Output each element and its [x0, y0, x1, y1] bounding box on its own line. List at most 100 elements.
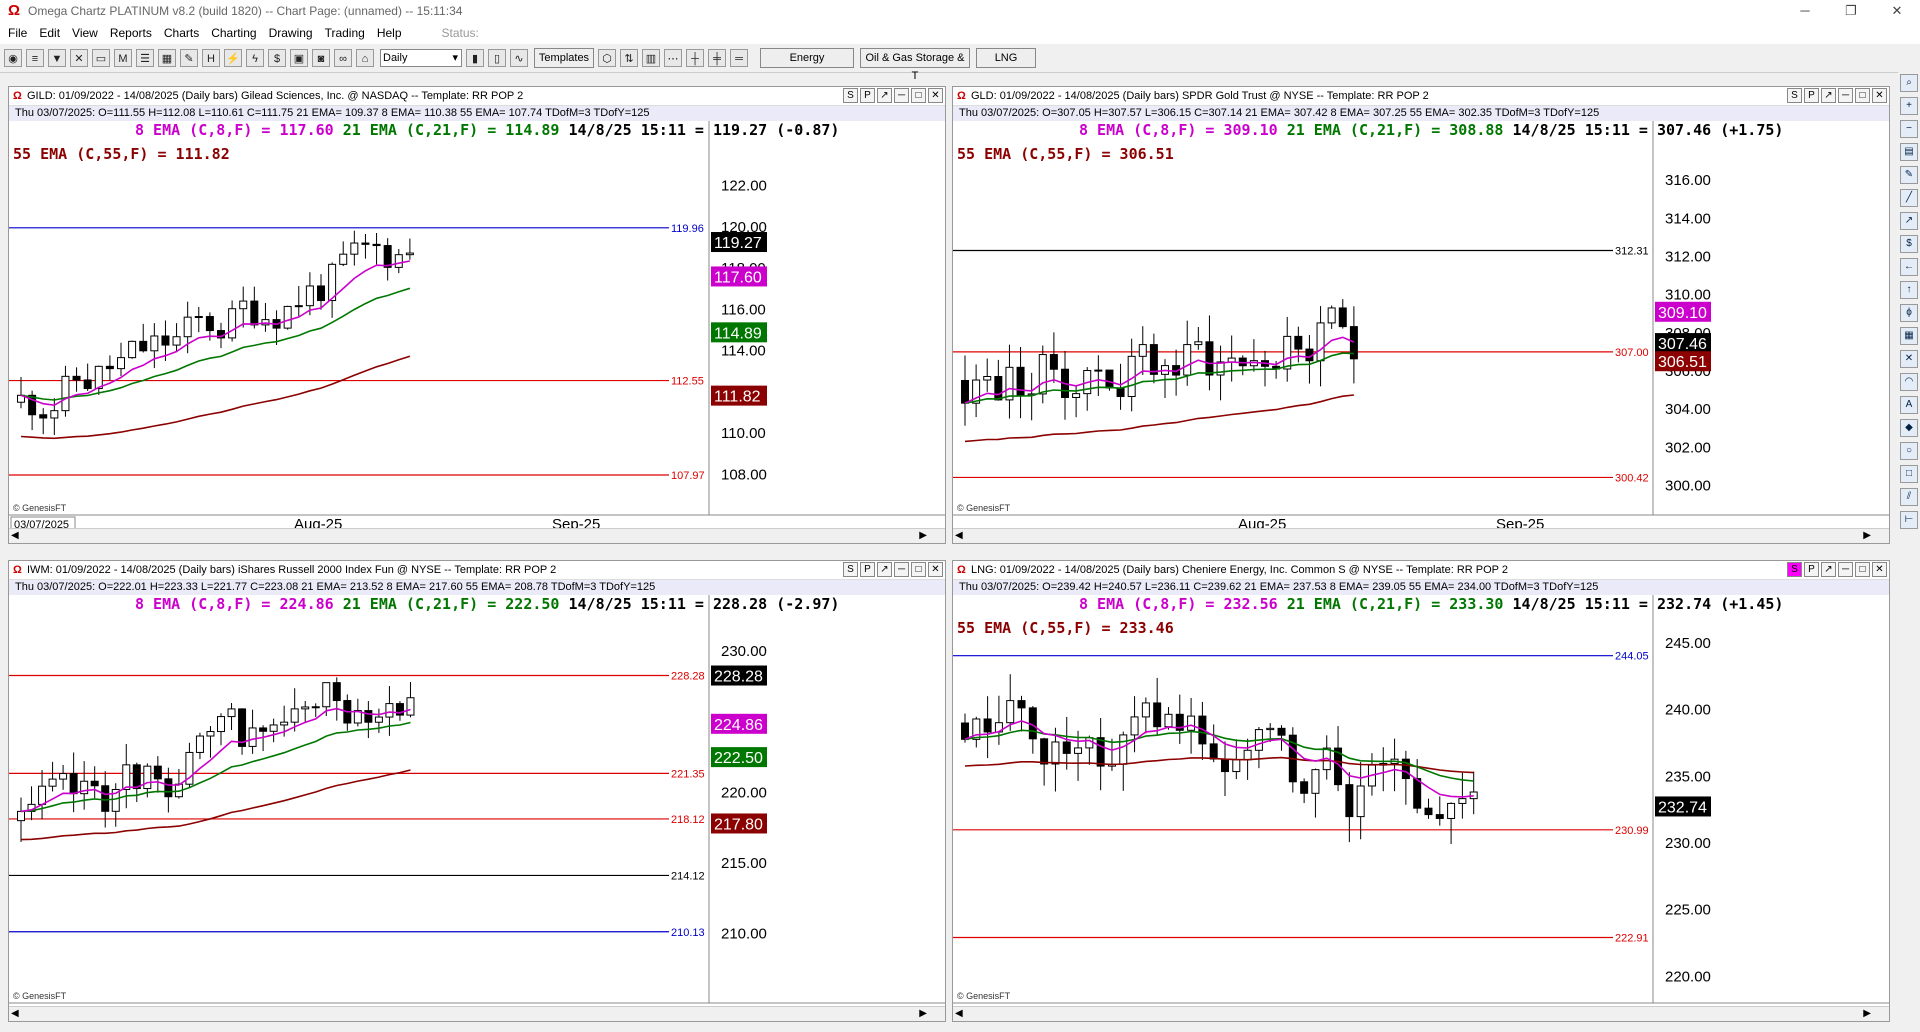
- panel-s-button[interactable]: S: [1787, 88, 1802, 103]
- price-chart[interactable]: 245.00 240.00 235.00 230.00 225.00 220.00 244.…: [953, 595, 1889, 1007]
- scroll-left-icon[interactable]: ◀: [11, 1007, 19, 1021]
- traffic-light-icon[interactable]: ≡: [26, 49, 44, 67]
- price-chart[interactable]: 122.00120.00118.00116.00114.00112.00110.…: [9, 121, 945, 529]
- scroll-left-icon[interactable]: ◀: [955, 529, 963, 543]
- scroll-left-icon[interactable]: ◀: [955, 1007, 963, 1021]
- scroll-right-icon[interactable]: ▶: [1863, 529, 1871, 543]
- price-chart[interactable]: 230.00225.00220.00215.00210.00228.28221.…: [9, 595, 945, 1007]
- dollar-icon[interactable]: $: [1900, 235, 1918, 253]
- energy-button[interactable]: Energy: [760, 48, 854, 68]
- network-icon[interactable]: ⬡: [598, 49, 616, 67]
- split-icon[interactable]: ╪: [708, 49, 726, 67]
- arc-icon[interactable]: ◠: [1900, 373, 1918, 391]
- panel-minimize-button[interactable]: ─: [894, 88, 909, 103]
- money-icon[interactable]: $: [268, 49, 286, 67]
- line-icon[interactable]: ╱: [1900, 189, 1918, 207]
- menu-reports[interactable]: Reports: [106, 26, 156, 40]
- minimize-button[interactable]: ─: [1782, 0, 1828, 22]
- templates-button[interactable]: Templates: [534, 48, 594, 68]
- menu-charting[interactable]: Charting: [207, 26, 260, 40]
- grid-icon[interactable]: ▦: [1900, 327, 1918, 345]
- scroll-right-icon[interactable]: ▶: [1863, 1007, 1871, 1021]
- panel-maximize-button[interactable]: □: [911, 562, 926, 577]
- menu-help[interactable]: Help: [373, 26, 406, 40]
- scroll-right-icon[interactable]: ▶: [919, 529, 927, 543]
- panel-minimize-button[interactable]: ─: [1838, 88, 1853, 103]
- cross-icon[interactable]: ┼: [686, 49, 704, 67]
- panel-maximize-button[interactable]: □: [911, 88, 926, 103]
- grid-icon[interactable]: ▦: [158, 49, 176, 67]
- lightning-icon[interactable]: ϟ: [246, 49, 264, 67]
- panel-p-button[interactable]: P: [1804, 88, 1819, 103]
- candle-chart-icon[interactable]: ▯: [488, 49, 506, 67]
- period-select[interactable]: Daily: [380, 49, 462, 67]
- horizontal-scrollbar[interactable]: ◀ ▶: [9, 528, 945, 543]
- panel-close-button[interactable]: ✕: [928, 88, 943, 103]
- panel-close-button[interactable]: ✕: [1872, 88, 1887, 103]
- close-button[interactable]: ✕: [1874, 0, 1920, 22]
- scroll-left-icon[interactable]: ◀: [11, 529, 19, 543]
- ruler-icon[interactable]: ⊢: [1900, 511, 1918, 529]
- menu-drawing[interactable]: Drawing: [265, 26, 317, 40]
- menu-view[interactable]: View: [68, 26, 102, 40]
- panel-minimize-button[interactable]: ─: [1838, 562, 1853, 577]
- dots-icon[interactable]: ⋯: [664, 49, 682, 67]
- panel-s-button[interactable]: S: [843, 562, 858, 577]
- pencil-icon[interactable]: ✎: [1900, 166, 1918, 184]
- panel-export-button[interactable]: ↗: [877, 88, 892, 103]
- price-chart[interactable]: 316.00314.00312.00310.00308.00306.00304.…: [953, 121, 1889, 529]
- cross-icon[interactable]: ✕: [1900, 350, 1918, 368]
- ladder-icon[interactable]: H: [202, 49, 220, 67]
- menu-trading[interactable]: Trading: [321, 26, 369, 40]
- menu-edit[interactable]: Edit: [35, 26, 64, 40]
- open-icon[interactable]: ◉: [4, 49, 22, 67]
- panel-export-button[interactable]: ↗: [1821, 88, 1836, 103]
- zoom-out-icon[interactable]: −: [1900, 120, 1918, 138]
- tools-icon[interactable]: ✕: [70, 49, 88, 67]
- oil-gas-storage-button[interactable]: Oil & Gas Storage & T: [860, 48, 970, 82]
- panel-export-button[interactable]: ↗: [1821, 562, 1836, 577]
- panel-maximize-button[interactable]: □: [1855, 562, 1870, 577]
- layout-icon[interactable]: ▤: [1900, 143, 1918, 161]
- pencil-icon[interactable]: ✎: [180, 49, 198, 67]
- channel-icon[interactable]: ⫽: [1900, 488, 1918, 506]
- panel-p-button[interactable]: P: [860, 562, 875, 577]
- panel-maximize-button[interactable]: □: [1855, 88, 1870, 103]
- lng-button[interactable]: LNG: [976, 48, 1036, 68]
- home-icon[interactable]: ⌂: [356, 49, 374, 67]
- scroll-right-icon[interactable]: ▶: [919, 1007, 927, 1021]
- horizontal-scrollbar[interactable]: ◀ ▶: [9, 1006, 945, 1021]
- menu-file[interactable]: File: [4, 26, 31, 40]
- wand-icon[interactable]: ⚡: [224, 49, 242, 67]
- bars-icon[interactable]: ═: [730, 49, 748, 67]
- paint-icon[interactable]: ◆: [1900, 419, 1918, 437]
- panel-close-button[interactable]: ✕: [928, 562, 943, 577]
- panel-export-button[interactable]: ↗: [877, 562, 892, 577]
- panel-p-button[interactable]: P: [1804, 562, 1819, 577]
- panel-close-button[interactable]: ✕: [1872, 562, 1887, 577]
- arrow-left-icon[interactable]: ←: [1900, 258, 1918, 276]
- list-icon[interactable]: ☰: [136, 49, 154, 67]
- menu-charts[interactable]: Charts: [160, 26, 203, 40]
- restore-button[interactable]: ❐: [1828, 0, 1874, 22]
- panel-minimize-button[interactable]: ─: [894, 562, 909, 577]
- camera-icon[interactable]: ◙: [312, 49, 330, 67]
- text-icon[interactable]: A: [1900, 396, 1918, 414]
- horizontal-scrollbar[interactable]: ◀ ▶: [953, 1006, 1889, 1021]
- monitor-icon[interactable]: ▭: [92, 49, 110, 67]
- line-chart-icon[interactable]: ∿: [510, 49, 528, 67]
- drive-icon[interactable]: ▣: [290, 49, 308, 67]
- columns-icon[interactable]: ▥: [642, 49, 660, 67]
- filter-icon[interactable]: ▼: [48, 49, 66, 67]
- panel-s-button[interactable]: S: [843, 88, 858, 103]
- panel-s-button[interactable]: S: [1787, 562, 1802, 577]
- m-icon[interactable]: M: [114, 49, 132, 67]
- horizontal-scrollbar[interactable]: ◀ ▶: [953, 528, 1889, 543]
- fib-icon[interactable]: ϕ: [1900, 304, 1918, 322]
- magnifier-icon[interactable]: ⌕: [1900, 74, 1918, 92]
- arrow-up-icon[interactable]: ↑: [1900, 281, 1918, 299]
- compare-icon[interactable]: ⇅: [620, 49, 638, 67]
- panel-p-button[interactable]: P: [860, 88, 875, 103]
- zoom-in-icon[interactable]: +: [1900, 97, 1918, 115]
- bar-chart-icon[interactable]: ▮: [466, 49, 484, 67]
